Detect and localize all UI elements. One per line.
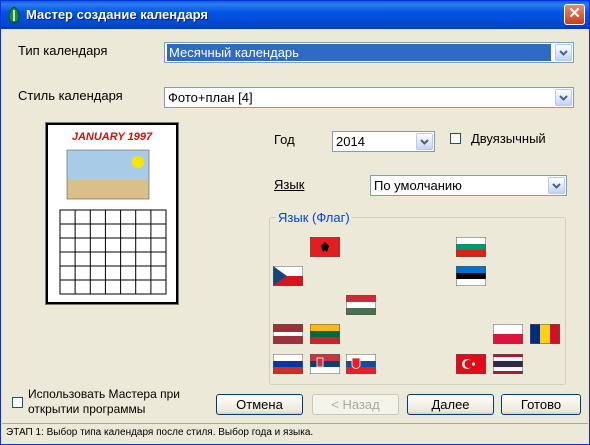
lithuania-flag-icon[interactable] [309,323,341,345]
close-icon: ✕ [568,5,581,22]
serbia-flag-icon[interactable] [309,353,341,375]
chevron-down-icon [559,50,568,56]
next-button[interactable]: Далее [407,394,494,415]
preview-month-grid [59,209,167,295]
turkey-flag-icon[interactable] [455,353,487,375]
romania-flag-icon[interactable] [529,323,561,345]
back-button[interactable]: < Назад [312,394,399,415]
albania-flag-icon[interactable] [309,236,341,258]
calendar-app-icon [8,6,20,24]
chevron-down-icon [420,139,429,145]
status-text: ЭТАП 1: Выбор типа календаря после стиля… [6,427,314,438]
calendar-type-select[interactable]: Месячный календарь [164,42,574,63]
language-value: По умолчанию [374,178,462,193]
calendar-type-label: Тип календаря [18,43,108,58]
use-wizard-label-line1: Использовать Мастера при [28,387,180,401]
window-title: Мастер создание календаря [26,7,208,22]
latvia-flag-icon[interactable] [272,323,304,345]
bilingual-label: Двуязычный [471,131,546,146]
preview-heading: JANUARY 1997 [72,131,153,143]
slovakia-flag-icon[interactable] [345,353,377,375]
wizard-window: Мастер создание календаря ✕ Тип календар… [0,0,590,445]
finish-button[interactable]: Готово [501,394,581,415]
chevron-down-icon [552,183,561,189]
title-bar[interactable]: Мастер создание календаря ✕ [1,1,589,29]
close-button[interactable]: ✕ [564,4,585,25]
calendar-type-dropdown-button[interactable] [555,44,572,61]
calendar-style-preview: JANUARY 1997 [45,122,179,305]
year-value: 2014 [336,134,365,149]
use-wizard-label-line2: открытии программы [28,402,146,416]
language-flag-legend: Язык (Флаг) [278,210,350,225]
calendar-type-value: Месячный календарь [167,44,551,61]
calendar-style-label: Стиль календаря [18,88,123,103]
status-bar: ЭТАП 1: Выбор типа календаря после стиля… [2,423,588,443]
language-select[interactable]: По умолчанию [370,175,567,196]
hungary-flag-icon[interactable] [345,294,377,316]
language-label: Язык [274,177,304,192]
language-dropdown-button[interactable] [548,177,565,194]
chevron-down-icon [559,95,568,101]
language-label-text: Язык [274,177,305,192]
poland-flag-icon[interactable] [492,323,524,345]
bulgaria-flag-icon[interactable] [455,236,487,258]
preview-graphic: JANUARY 1997 [59,131,167,295]
russia-flag-icon[interactable] [272,353,304,375]
czech-flag-icon[interactable] [272,265,304,287]
year-label: Год [274,132,295,147]
thailand-flag-icon[interactable] [492,353,524,375]
year-select[interactable]: 2014 [332,131,435,152]
year-dropdown-button[interactable] [416,133,433,150]
use-wizard-checkbox[interactable] [12,397,23,408]
cancel-button[interactable]: Отмена [216,394,303,415]
estonia-flag-icon[interactable] [455,265,487,287]
calendar-style-dropdown-button[interactable] [555,89,572,106]
bilingual-checkbox[interactable] [450,133,461,144]
calendar-style-select[interactable]: Фото+план [4] [164,87,574,108]
calendar-style-value: Фото+план [4] [168,90,253,105]
